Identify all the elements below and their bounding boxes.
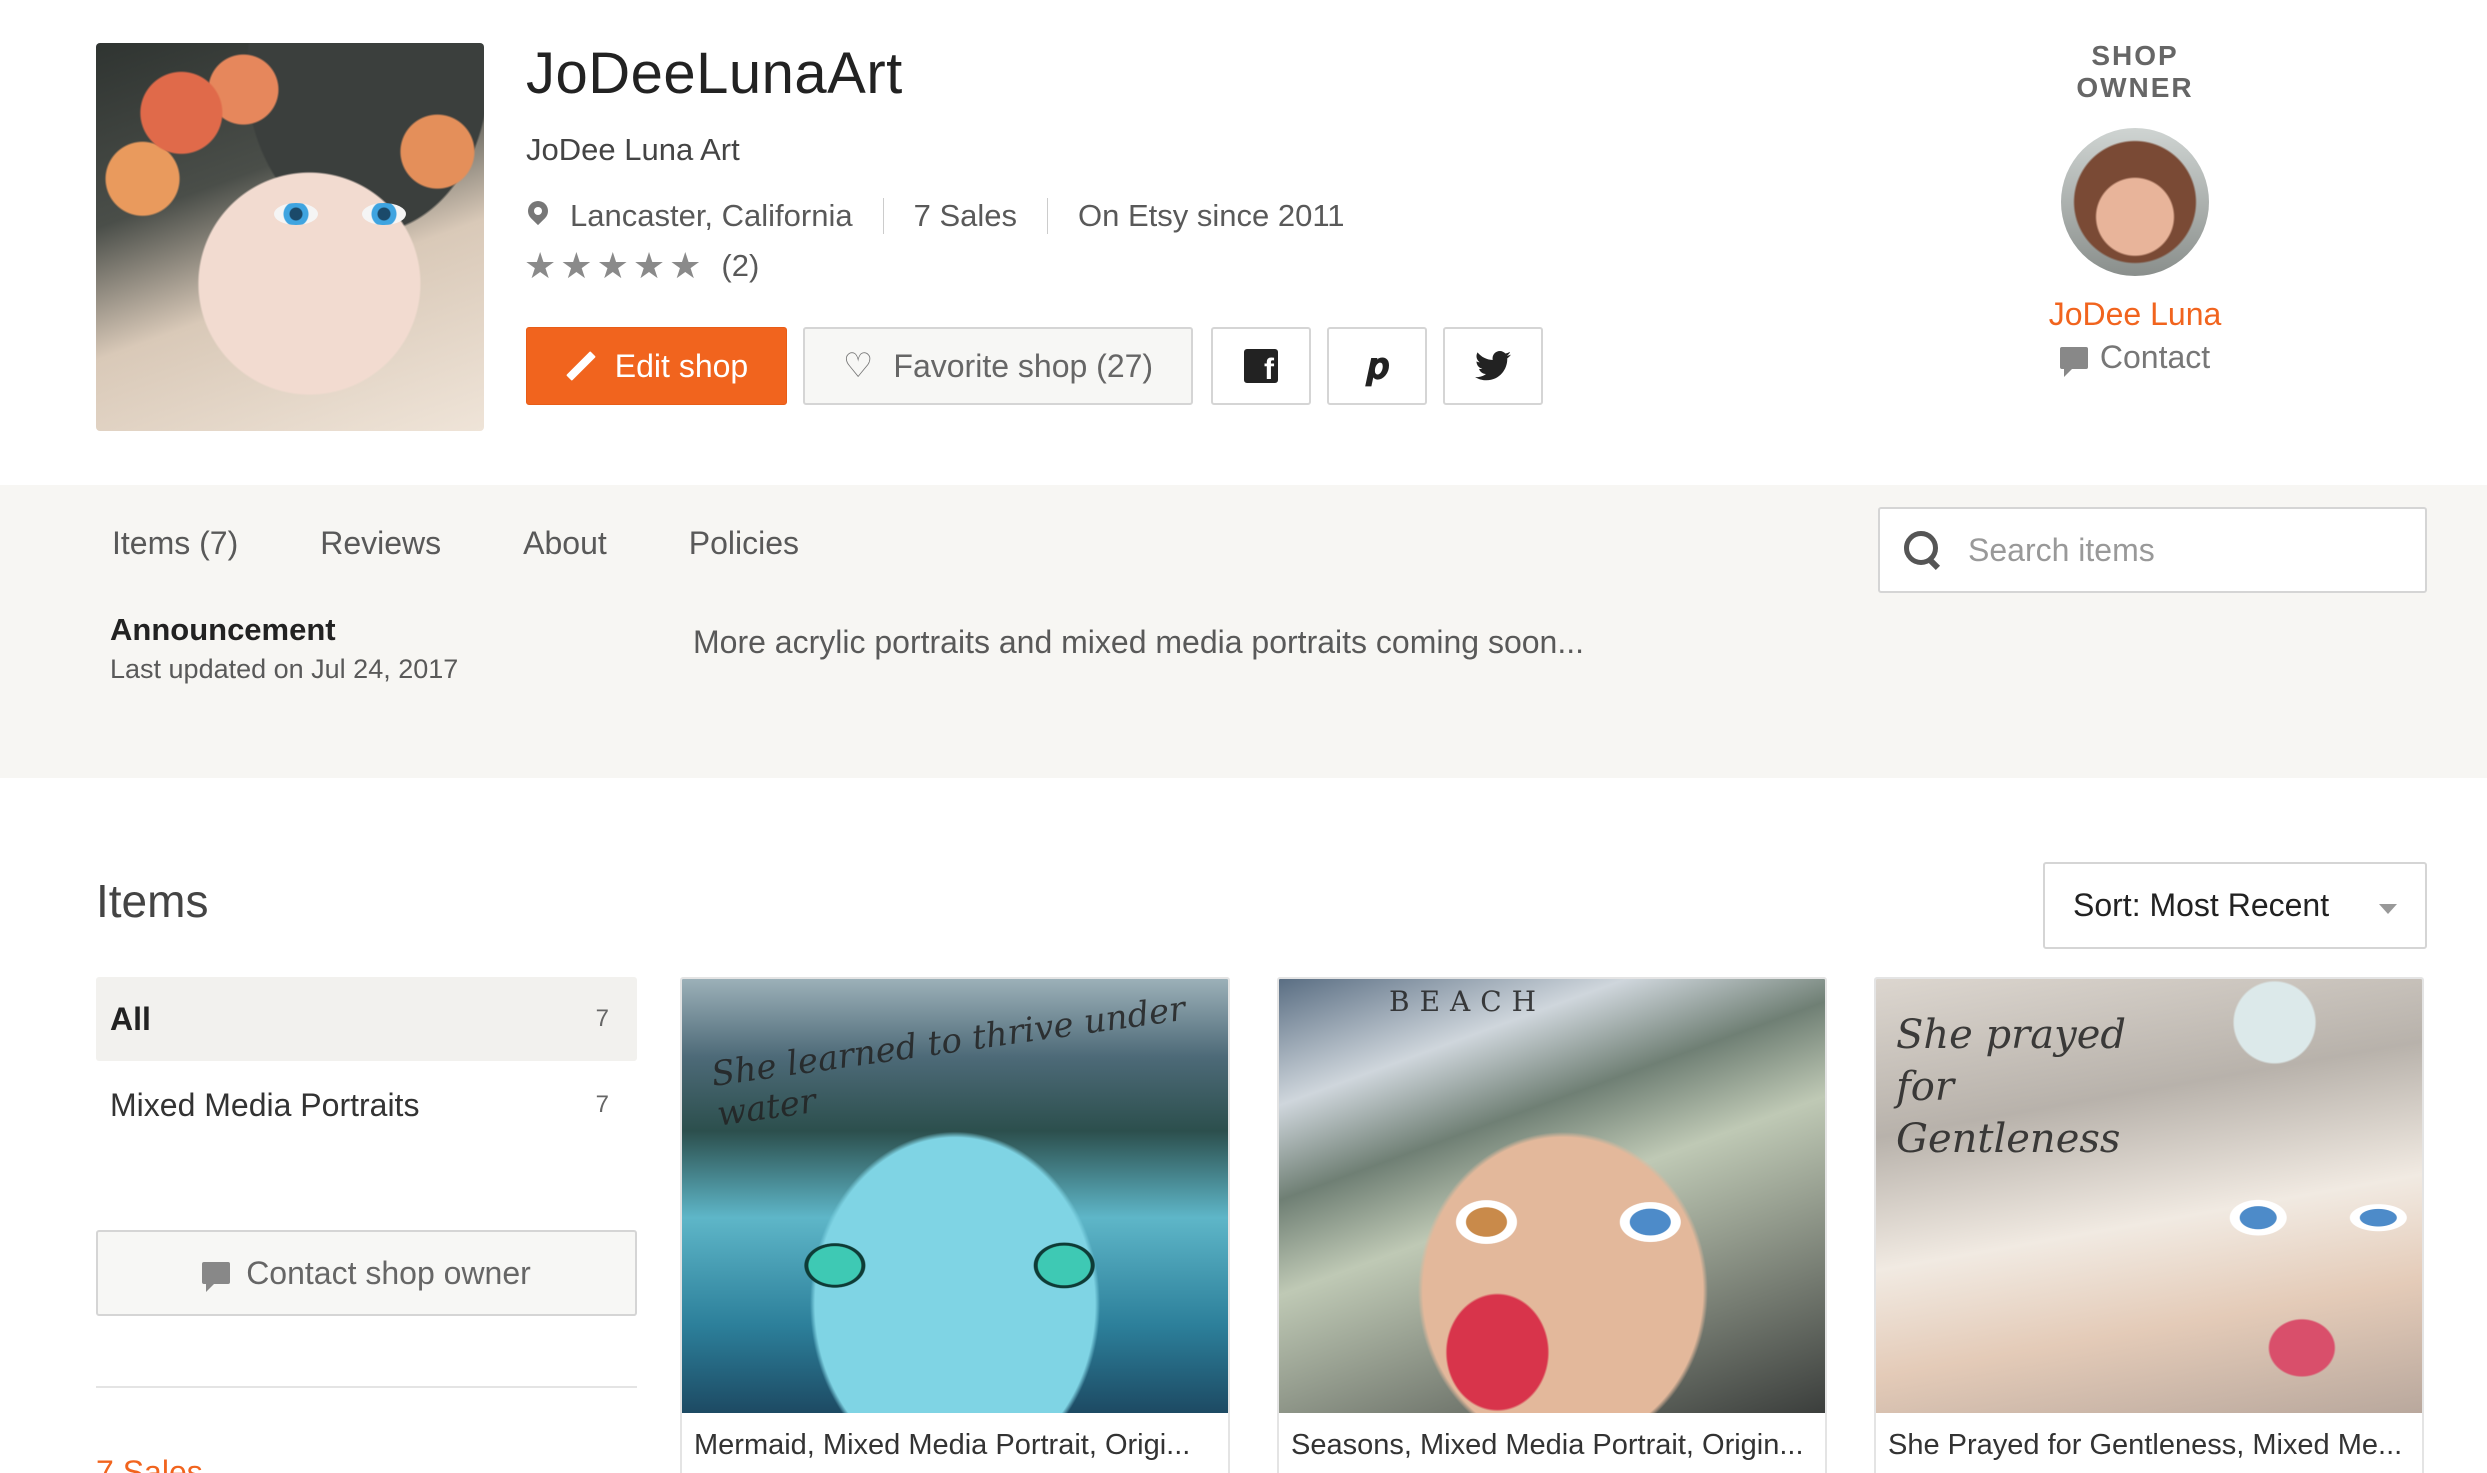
announcement-title: Announcement [110, 612, 336, 647]
owner-name-link[interactable]: JoDee Luna [2030, 296, 2240, 333]
listing-title[interactable]: Seasons, Mixed Media Portrait, Origin... [1279, 1413, 1825, 1473]
pinterest-share-button[interactable]: 𝒑 [1327, 327, 1427, 405]
listing-art-text: She learned to thrive under water [708, 988, 1188, 1135]
favorite-shop-label: Favorite shop (27) [893, 347, 1154, 384]
listing-title[interactable]: Mermaid, Mixed Media Portrait, Origi... [682, 1413, 1228, 1473]
shop-meta: Lancaster, California 7 Sales On Etsy si… [526, 198, 1345, 234]
listing-image[interactable]: BEACH [1279, 979, 1825, 1413]
twitter-share-button[interactable] [1443, 327, 1543, 405]
owner-avatar[interactable] [2061, 128, 2209, 276]
meta-divider [1047, 198, 1049, 234]
category-count: 7 [595, 1091, 609, 1118]
star-icon: ★ [669, 245, 702, 286]
shop-action-row: Edit shop ♡ Favorite shop (27) f 𝒑 [526, 327, 1543, 405]
facebook-icon: f [1244, 349, 1278, 385]
pencil-icon [565, 351, 595, 381]
shop-name: JoDeeLunaArt [526, 41, 903, 106]
shop-tabs: Items (7) Reviews About Policies [112, 525, 799, 562]
announcement-date: Last updated on Jul 24, 2017 [110, 654, 459, 684]
star-icon: ★ [560, 245, 593, 286]
pinterest-icon: 𝒑 [1365, 344, 1389, 387]
edit-shop-label: Edit shop [614, 347, 749, 384]
shop-since: On Etsy since 2011 [1078, 198, 1345, 233]
listing-title[interactable]: She Prayed for Gentleness, Mixed Me... [1876, 1413, 2422, 1473]
search-input[interactable] [1968, 531, 2408, 569]
art-eye-right [362, 203, 406, 225]
shop-rating[interactable]: ★ ★ ★ ★ ★ (2) [524, 248, 759, 284]
category-label: Mixed Media Portraits [110, 1086, 420, 1123]
category-count: 7 [595, 1005, 609, 1032]
shop-owner-panel: SHOP OWNER JoDee Luna Contact [2030, 40, 2240, 377]
listing-card[interactable]: She prayed for Gentleness She Prayed for… [1874, 977, 2424, 1473]
heart-icon: ♡ [842, 347, 874, 385]
review-count: (2) [721, 248, 760, 283]
tab-policies[interactable]: Policies [689, 525, 799, 562]
tab-reviews[interactable]: Reviews [320, 525, 441, 562]
tab-items[interactable]: Items (7) [112, 525, 238, 562]
sales-link[interactable]: 7 Sales [96, 1454, 203, 1473]
art-eye-left [274, 203, 318, 225]
owner-contact-label: Contact [2099, 339, 2211, 375]
message-icon [202, 1262, 231, 1292]
edit-shop-button[interactable]: Edit shop [526, 327, 787, 405]
owner-contact-link[interactable]: Contact [2030, 339, 2240, 377]
sort-label: Sort: Most Recent [2073, 887, 2330, 923]
favorite-shop-button[interactable]: ♡ Favorite shop (27) [803, 327, 1193, 405]
facebook-share-button[interactable]: f [1211, 327, 1311, 405]
twitter-icon [1475, 351, 1511, 381]
search-box[interactable] [1878, 507, 2427, 593]
contact-shop-owner-label: Contact shop owner [246, 1254, 531, 1291]
listing-card[interactable]: She learned to thrive under water Mermai… [680, 977, 1230, 1473]
listing-art-text: BEACH [1389, 985, 1547, 1018]
location-pin-icon [526, 201, 550, 231]
message-icon [2059, 346, 2088, 377]
listing-image[interactable]: She learned to thrive under water [682, 979, 1228, 1413]
category-item-mixed-media-portraits[interactable]: Mixed Media Portraits 7 [96, 1063, 637, 1147]
contact-shop-owner-button[interactable]: Contact shop owner [96, 1230, 637, 1316]
items-heading: Items [96, 875, 209, 927]
shop-sales[interactable]: 7 Sales [914, 198, 1017, 234]
star-icon: ★ [632, 245, 666, 286]
shop-location: Lancaster, California [570, 198, 853, 233]
sort-dropdown[interactable]: Sort: Most Recent [2043, 862, 2427, 949]
tab-about[interactable]: About [523, 525, 607, 562]
shop-title: JoDee Luna Art [526, 132, 740, 167]
listing-card[interactable]: BEACH Seasons, Mixed Media Portrait, Ori… [1277, 977, 1827, 1473]
category-list: All 7 Mixed Media Portraits 7 [96, 977, 637, 1147]
shop-owner-label: SHOP OWNER [2076, 40, 2194, 103]
listing-art-text: She prayed for Gentleness [1896, 1012, 2126, 1162]
category-item-all[interactable]: All 7 [96, 977, 637, 1061]
category-label: All [110, 1000, 151, 1037]
sidebar-divider [96, 1386, 637, 1388]
star-icon: ★ [524, 245, 557, 286]
listing-image[interactable]: She prayed for Gentleness [1876, 979, 2422, 1413]
search-icon [1904, 531, 1942, 569]
caret-down-icon [2379, 904, 2397, 914]
announcement-text: More acrylic portraits and mixed media p… [693, 624, 1585, 660]
meta-divider [882, 198, 884, 234]
star-icon: ★ [596, 245, 629, 286]
shop-icon-image [96, 43, 484, 431]
